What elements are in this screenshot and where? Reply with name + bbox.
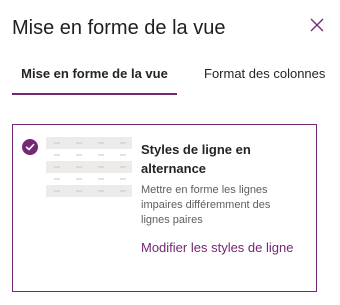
- card-title: Styles de ligne en alternance: [141, 142, 251, 176]
- tab-view-formatting[interactable]: Mise en forme de la vue: [12, 65, 177, 83]
- alternating-rows-card[interactable]: Styles de ligne en alternance Mettre en …: [12, 124, 317, 292]
- card-description: Mettre en forme les lignes impaires diff…: [141, 184, 271, 226]
- tab-column-formatting[interactable]: Format des colonnes: [204, 65, 325, 83]
- close-button[interactable]: [306, 14, 328, 36]
- checkmark-circle-icon: [22, 139, 38, 155]
- format-view-panel: Mise en forme de la vue Mise en forme de…: [0, 0, 340, 305]
- alternating-rows-icon: [46, 137, 132, 197]
- tab-bar: Mise en forme de la vue Format des colon…: [0, 56, 340, 98]
- close-icon: [310, 18, 324, 32]
- edit-row-styles-link[interactable]: Modifier les styles de ligne: [141, 238, 301, 257]
- panel-title: Mise en forme de la vue: [12, 17, 226, 39]
- active-tab-indicator: [12, 93, 177, 95]
